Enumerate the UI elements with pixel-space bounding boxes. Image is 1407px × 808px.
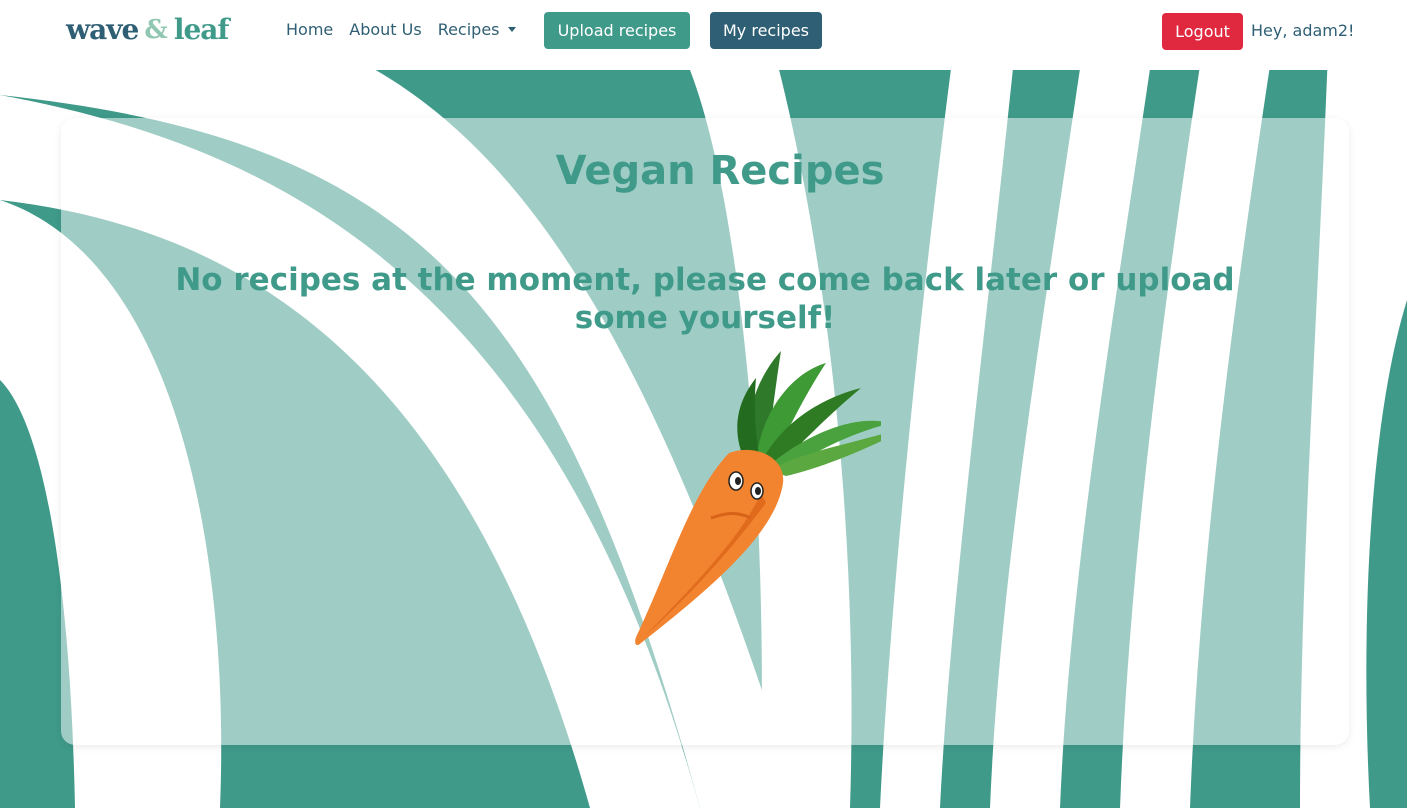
brand-word-wave: wave: [66, 13, 139, 46]
brand-word-leaf: leaf: [173, 13, 230, 46]
empty-state-message: No recipes at the moment, please come ba…: [175, 262, 1235, 336]
upload-recipes-button[interactable]: Upload recipes: [544, 12, 690, 49]
nav-recipes-dropdown[interactable]: Recipes: [438, 20, 516, 39]
brand-logo[interactable]: wave & leaf: [66, 13, 230, 46]
my-recipes-button[interactable]: My recipes: [710, 12, 822, 49]
nav-links: Home About Us Recipes: [286, 20, 516, 39]
brand-ampersand: &: [144, 15, 168, 45]
user-greeting: Hey, adam2!: [1251, 21, 1355, 40]
nav-home-link[interactable]: Home: [286, 20, 333, 39]
top-navbar: wave & leaf Home About Us Recipes Upload…: [0, 0, 1407, 62]
carrot-illustration-icon: [635, 351, 881, 646]
logout-button[interactable]: Logout: [1162, 13, 1243, 50]
nav-about-link[interactable]: About Us: [349, 20, 421, 39]
page-title: Vegan Recipes: [555, 148, 885, 194]
nav-recipes-label: Recipes: [437, 20, 500, 39]
recipes-card: Vegan Recipes No recipes at the moment, …: [61, 118, 1349, 745]
chevron-down-icon: [507, 27, 516, 32]
